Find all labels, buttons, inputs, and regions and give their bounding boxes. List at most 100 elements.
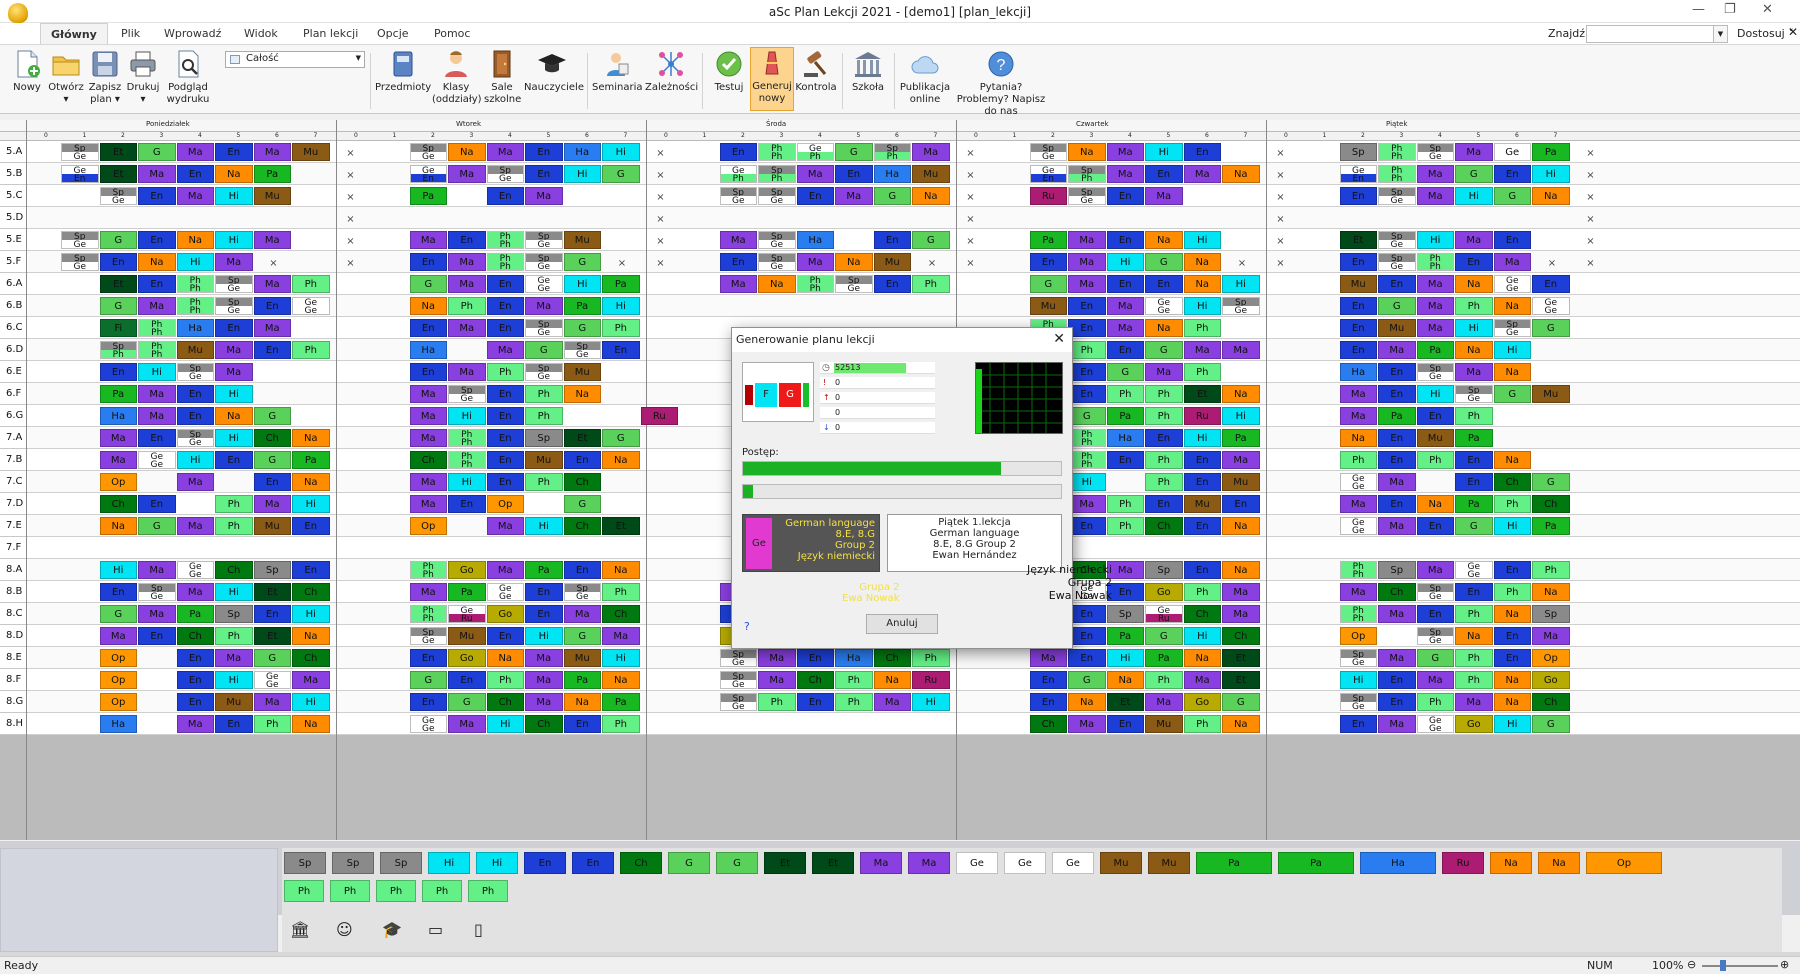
lesson-card[interactable]: Ph bbox=[448, 297, 486, 315]
lesson-card[interactable]: Na bbox=[215, 165, 253, 183]
lesson-card[interactable]: En bbox=[1339, 715, 1377, 733]
lesson-card[interactable]: Hi bbox=[1532, 165, 1570, 183]
lesson-card[interactable]: Ma bbox=[1378, 605, 1416, 623]
class-label[interactable]: 7.C bbox=[0, 471, 28, 493]
lesson-card[interactable]: SpGe bbox=[215, 275, 253, 293]
lesson-card[interactable]: Ma bbox=[1416, 275, 1454, 293]
lesson-card[interactable]: G bbox=[1068, 407, 1106, 425]
lesson-card[interactable]: SpGe bbox=[1339, 693, 1377, 711]
lesson-card[interactable]: En bbox=[1068, 297, 1106, 315]
pool-card[interactable]: Ma bbox=[860, 852, 902, 874]
lesson-card[interactable]: En bbox=[1068, 649, 1106, 667]
pool-card[interactable]: Ma bbox=[908, 852, 950, 874]
lesson-card[interactable]: Ph bbox=[1532, 561, 1570, 579]
lesson-card[interactable]: Ma bbox=[1068, 253, 1106, 271]
lesson-card[interactable]: En bbox=[486, 429, 524, 447]
lesson-card[interactable]: Ch bbox=[176, 627, 214, 645]
lesson-card[interactable]: Ma bbox=[448, 319, 486, 337]
lesson-card[interactable]: Ph bbox=[1145, 473, 1183, 491]
class-label[interactable]: 5.E bbox=[0, 229, 28, 251]
menu-widok[interactable]: Widok bbox=[244, 27, 278, 40]
menu-plan-lekcji[interactable]: Plan lekcji bbox=[303, 27, 358, 40]
lesson-card[interactable]: Ma bbox=[1493, 253, 1531, 271]
lesson-card[interactable]: Op bbox=[1339, 627, 1377, 645]
lesson-card[interactable]: Hi bbox=[176, 253, 214, 271]
lesson-card[interactable]: Ge Ge bbox=[1493, 275, 1531, 293]
lesson-card[interactable]: Et bbox=[253, 583, 291, 601]
lesson-card[interactable]: Ma bbox=[1416, 297, 1454, 315]
lesson-card[interactable]: En bbox=[1183, 451, 1221, 469]
lesson-card[interactable]: Ch bbox=[1532, 495, 1570, 513]
lesson-card[interactable]: En bbox=[448, 495, 486, 513]
lesson-card[interactable]: Ha bbox=[1339, 363, 1377, 381]
lesson-card[interactable]: Ph bbox=[835, 693, 873, 711]
lesson-card[interactable]: Ma bbox=[253, 495, 291, 513]
lesson-card[interactable]: Na bbox=[1493, 297, 1531, 315]
lesson-card[interactable]: Ph bbox=[215, 517, 253, 535]
lesson-card[interactable]: G bbox=[1532, 473, 1570, 491]
lesson-card[interactable]: Ge Ge bbox=[1455, 561, 1493, 579]
lesson-card[interactable]: Ph bbox=[1455, 605, 1493, 623]
lesson-card[interactable]: Na bbox=[1455, 275, 1493, 293]
lesson-card[interactable]: Ma bbox=[835, 187, 873, 205]
lesson-card[interactable]: G bbox=[563, 253, 601, 271]
lesson-card[interactable]: En bbox=[1183, 143, 1221, 161]
lesson-card[interactable]: G bbox=[99, 605, 137, 623]
class-label[interactable]: 7.B bbox=[0, 449, 28, 471]
class-label[interactable]: 8.G bbox=[0, 691, 28, 713]
lesson-card[interactable]: Ma bbox=[448, 715, 486, 733]
class-label[interactable]: 8.B bbox=[0, 581, 28, 603]
class-label[interactable]: 8.C bbox=[0, 603, 28, 625]
lesson-card[interactable]: En bbox=[1029, 693, 1067, 711]
lesson-card[interactable]: Ph bbox=[1183, 583, 1221, 601]
test-button[interactable]: Testuj bbox=[709, 49, 749, 94]
lesson-card[interactable]: En bbox=[602, 341, 640, 359]
lesson-card[interactable]: En bbox=[1183, 561, 1221, 579]
lesson-card[interactable]: G bbox=[1532, 715, 1570, 733]
lesson-card[interactable]: Ha bbox=[563, 143, 601, 161]
lesson-card[interactable]: Ma bbox=[1068, 275, 1106, 293]
lesson-card[interactable]: En bbox=[138, 231, 176, 249]
lesson-card[interactable]: Hi bbox=[912, 693, 950, 711]
lesson-card[interactable]: Mu bbox=[525, 451, 563, 469]
lesson-card[interactable]: G bbox=[563, 627, 601, 645]
lesson-card[interactable]: G bbox=[1532, 319, 1570, 337]
lesson-card[interactable]: SpGe bbox=[1416, 583, 1454, 601]
lesson-card[interactable]: Sp bbox=[525, 429, 563, 447]
lesson-card[interactable]: Na bbox=[292, 627, 330, 645]
lesson-card[interactable]: SpGe bbox=[1416, 363, 1454, 381]
lesson-card[interactable]: G bbox=[602, 429, 640, 447]
lesson-card[interactable]: Ma bbox=[1455, 693, 1493, 711]
lesson-card[interactable]: Ch bbox=[1029, 715, 1067, 733]
lesson-card[interactable]: Na bbox=[486, 649, 524, 667]
lesson-card[interactable]: SpGe bbox=[719, 693, 757, 711]
lesson-card[interactable]: En bbox=[99, 253, 137, 271]
lesson-card[interactable]: Ma bbox=[1455, 363, 1493, 381]
lesson-card[interactable]: PhPh bbox=[486, 231, 524, 249]
lesson-card[interactable]: Ma bbox=[602, 627, 640, 645]
class-label[interactable]: 6.C bbox=[0, 317, 28, 339]
lesson-card[interactable]: Ma bbox=[1183, 165, 1221, 183]
lesson-card[interactable]: Ma bbox=[525, 693, 563, 711]
lesson-card[interactable]: Na bbox=[1493, 363, 1531, 381]
lesson-card[interactable]: G bbox=[835, 143, 873, 161]
lesson-card[interactable]: Mu bbox=[873, 253, 911, 271]
class-label[interactable]: 8.F bbox=[0, 669, 28, 691]
lesson-card[interactable]: Ma bbox=[486, 517, 524, 535]
lesson-card[interactable]: En bbox=[138, 429, 176, 447]
lesson-card[interactable]: Ch bbox=[1183, 605, 1221, 623]
class-label[interactable]: 6.D bbox=[0, 339, 28, 361]
lesson-card[interactable]: Ge Ph bbox=[796, 143, 834, 161]
lesson-card[interactable]: Ma bbox=[409, 231, 447, 249]
lesson-card[interactable]: Ma bbox=[1106, 297, 1144, 315]
lesson-card[interactable]: En bbox=[563, 561, 601, 579]
lesson-card[interactable]: Ma bbox=[1222, 583, 1260, 601]
lesson-card[interactable]: Pa bbox=[1532, 143, 1570, 161]
pool-card[interactable]: Sp bbox=[284, 852, 326, 874]
lesson-card[interactable]: G bbox=[1493, 385, 1531, 403]
lesson-card[interactable]: G bbox=[1416, 649, 1454, 667]
lesson-card[interactable]: Ma bbox=[1106, 319, 1144, 337]
lesson-card[interactable]: Ma bbox=[253, 143, 291, 161]
lesson-card[interactable]: Ma bbox=[796, 165, 834, 183]
lesson-card[interactable]: Sp bbox=[1106, 605, 1144, 623]
